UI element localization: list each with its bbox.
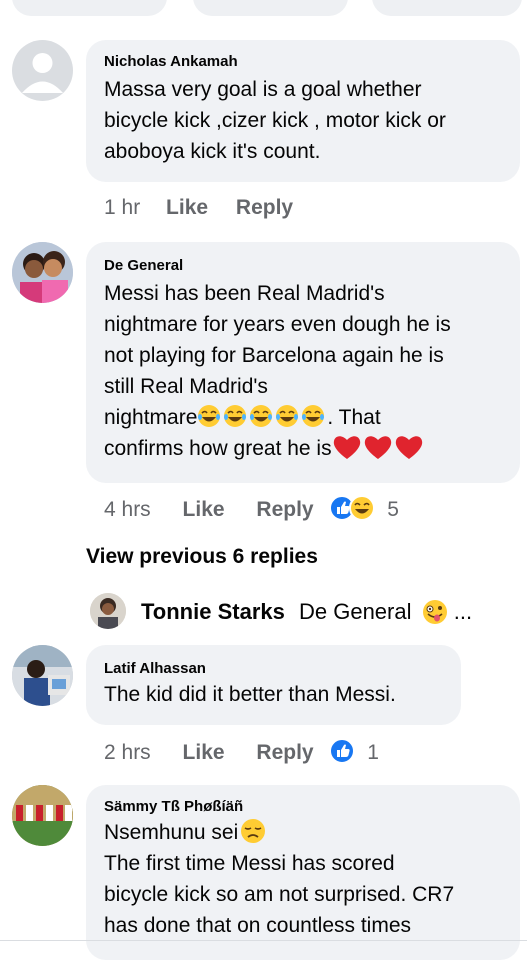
red-heart-emoji-icon (395, 436, 422, 459)
avatar[interactable] (12, 645, 73, 706)
comment-line: The first time Messi has scored (104, 852, 395, 875)
laughing-emoji-icon (198, 405, 221, 427)
view-previous-replies-link[interactable]: View previous 6 replies (86, 545, 318, 569)
profile-photo-icon (12, 242, 73, 303)
comment-line: confirms how great he is (104, 433, 502, 464)
reactions-summary[interactable]: 1 (329, 738, 379, 764)
laughing-emoji-icon (224, 405, 247, 427)
reply-preview-ellipsis: ... (453, 599, 473, 624)
comment-line-text: . That (327, 406, 381, 429)
comment-bubble: Latif Alhassan The kid did it better tha… (86, 645, 461, 725)
like-reaction-icon (329, 738, 356, 764)
avatar[interactable] (12, 785, 73, 846)
comment-time[interactable]: 2 hrs (104, 741, 151, 764)
comment-line-text: nightmare (104, 406, 198, 429)
comment-line: still Real Madrid's (104, 375, 268, 398)
profile-photo-icon (12, 645, 73, 706)
laughing-emoji-icon (302, 405, 325, 427)
previous-action-pill[interactable] (193, 0, 348, 16)
comment-line: The kid did it better than Messi. (104, 683, 396, 706)
comment-line: Messi has been Real Madrid's (104, 282, 385, 305)
comment-time[interactable]: 1 hr (104, 196, 140, 219)
comment-line: nightmare . That (104, 402, 502, 433)
laughing-emoji-icon (276, 405, 299, 427)
avatar[interactable] (12, 242, 73, 303)
previous-action-pill[interactable] (372, 0, 522, 16)
comment-bubble: Sämmy Tß Phøßíäñ Nsemhunu sei The first … (86, 785, 520, 960)
reaction-count: 5 (387, 498, 399, 521)
avatar[interactable] (12, 40, 73, 101)
red-heart-emoji-icon (364, 436, 391, 459)
reply-preview-text: De General (298, 599, 412, 624)
profile-photo-icon (90, 593, 126, 629)
comment-line: aboboya kick it's count. (104, 140, 321, 163)
comment-text: Massa very goal is a goal whether bicycl… (104, 74, 502, 167)
reactions-summary[interactable]: 5 (329, 495, 399, 521)
comment-line: Massa very goal is a goal whether (104, 78, 422, 101)
bottom-divider (0, 940, 527, 941)
comment-line-text: confirms how great he is (104, 437, 332, 460)
comment-author[interactable]: Nicholas Ankamah (104, 53, 502, 70)
previous-actions-row (0, 0, 527, 20)
comment-actions: 2 hrs Like Reply 1 (104, 738, 379, 765)
comment-actions: 1 hr Like Reply (104, 196, 293, 220)
comment-text: Nsemhunu sei The first time Messi has sc… (104, 817, 502, 941)
reply-button[interactable]: Reply (256, 741, 313, 764)
comment-time[interactable]: 4 hrs (104, 498, 151, 521)
comment-line: bicycle kick ,cizer kick , motor kick or (104, 109, 446, 132)
like-haha-reactions-icon (329, 495, 376, 521)
like-button[interactable]: Like (183, 498, 225, 521)
zany-face-emoji-icon (422, 600, 447, 624)
comment-actions: 4 hrs Like Reply 5 (104, 495, 399, 522)
reply-button[interactable]: Reply (256, 498, 313, 521)
default-avatar-icon (22, 53, 63, 93)
reaction-count: 1 (367, 741, 379, 764)
comment-line: nightmare for years even dough he is (104, 313, 451, 336)
reply-preview[interactable]: Tonnie Starks De General ... (141, 599, 472, 625)
comment-text: The kid did it better than Messi. (104, 679, 443, 710)
comment-bubble: Nicholas Ankamah Massa very goal is a go… (86, 40, 520, 182)
avatar[interactable] (90, 593, 126, 629)
reply-preview-author[interactable]: Tonnie Starks (141, 599, 285, 624)
comment-author[interactable]: Sämmy Tß Phøßíäñ (104, 798, 502, 815)
like-button[interactable]: Like (166, 196, 208, 219)
comment-author[interactable]: De General (104, 257, 502, 274)
comment-line-text: Nsemhunu sei (104, 821, 239, 844)
profile-photo-icon (12, 785, 73, 846)
like-button[interactable]: Like (183, 741, 225, 764)
comment-line: has done that on countless times (104, 914, 412, 937)
disappointed-face-emoji-icon (241, 819, 266, 843)
previous-action-pill[interactable] (12, 0, 167, 16)
reply-button[interactable]: Reply (236, 196, 293, 219)
comment-text: Messi has been Real Madrid's nightmare f… (104, 278, 502, 464)
laughing-emoji-icon (250, 405, 273, 427)
comment-author[interactable]: Latif Alhassan (104, 660, 443, 677)
comment-line: bicycle kick so am not surprised. CR7 (104, 883, 455, 906)
comment-line: Nsemhunu sei (104, 817, 502, 848)
comment-bubble: De General Messi has been Real Madrid's … (86, 242, 520, 483)
red-heart-emoji-icon (333, 436, 360, 459)
comment-line: not playing for Barcelona again he is (104, 344, 444, 367)
